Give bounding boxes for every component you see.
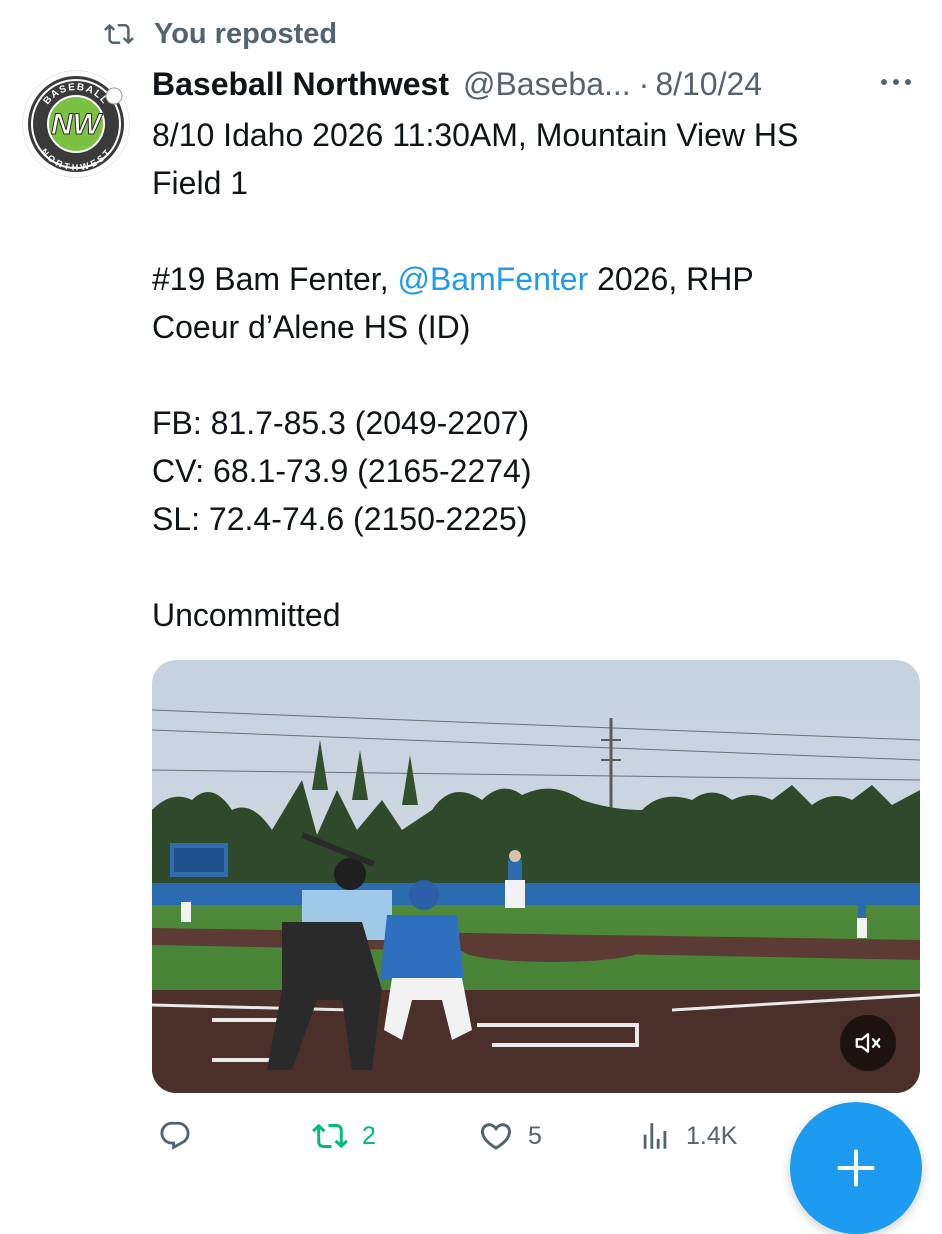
repost-icon bbox=[104, 23, 134, 45]
tweet-text-status: Uncommitted bbox=[152, 597, 341, 633]
author-name[interactable]: Baseball Northwest bbox=[152, 66, 449, 103]
tweet-date[interactable]: 8/10/24 bbox=[655, 66, 762, 103]
baseball-northwest-logo: BASEBALL NORTHWEST NW bbox=[28, 76, 124, 172]
video-thumbnail bbox=[152, 660, 920, 1093]
tweet-text-line-1: 8/10 Idaho 2026 11:30AM, Mountain View H… bbox=[152, 117, 799, 153]
tweet-text-school: Coeur d’Alene HS (ID) bbox=[152, 309, 471, 345]
heart-icon bbox=[480, 1123, 512, 1150]
repost-count: 2 bbox=[362, 1121, 376, 1150]
author-avatar[interactable]: BASEBALL NORTHWEST NW bbox=[22, 70, 130, 178]
player-prefix: #19 Bam Fenter, bbox=[152, 261, 398, 297]
mute-toggle-button[interactable] bbox=[840, 1015, 896, 1071]
separator-dot: · bbox=[638, 65, 650, 102]
repost-button[interactable]: 2 bbox=[312, 1114, 376, 1158]
tweet-text-line-2: Field 1 bbox=[152, 165, 249, 201]
author-handle[interactable]: @Baseba... bbox=[463, 66, 631, 103]
more-icon bbox=[881, 79, 911, 85]
tweet-text-fastball: FB: 81.7-85.3 (2049-2207) bbox=[152, 405, 530, 441]
player-suffix: 2026, RHP bbox=[588, 261, 754, 297]
repost-context-header: You reposted bbox=[104, 14, 337, 54]
views-button[interactable]: 1.4K bbox=[638, 1114, 737, 1158]
tweet-text-player-line: #19 Bam Fenter, @BamFenter 2026, RHP bbox=[152, 255, 927, 303]
tweet-video[interactable] bbox=[152, 660, 920, 1093]
tweet-author-row: Baseball Northwest @Baseba... · 8/10/24 bbox=[152, 62, 762, 106]
reply-icon bbox=[160, 1121, 190, 1150]
like-count: 5 bbox=[528, 1121, 542, 1150]
views-bar-chart-icon bbox=[643, 1123, 667, 1149]
svg-text:NW: NW bbox=[51, 108, 104, 141]
views-count: 1.4K bbox=[686, 1121, 738, 1150]
like-button[interactable]: 5 bbox=[478, 1114, 542, 1158]
compose-fab-button[interactable] bbox=[790, 1102, 922, 1234]
player-mention-link[interactable]: @BamFenter bbox=[397, 261, 588, 297]
speaker-muted-icon bbox=[855, 1033, 881, 1053]
more-options-button[interactable] bbox=[876, 66, 926, 96]
tweet-text-curveball: CV: 68.1-73.9 (2165-2274) bbox=[152, 453, 532, 489]
repost-context-label: You reposted bbox=[154, 17, 338, 50]
tweet-text-slider: SL: 72.4-74.6 (2150-2225) bbox=[152, 501, 528, 537]
reply-button[interactable] bbox=[158, 1114, 192, 1158]
repost-icon bbox=[312, 1123, 348, 1149]
plus-icon bbox=[837, 1149, 875, 1187]
